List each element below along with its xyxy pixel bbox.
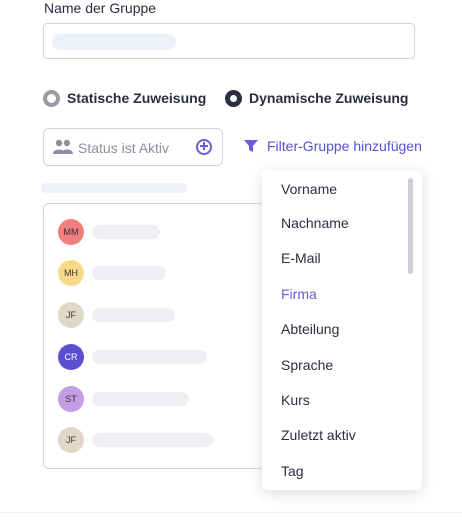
radio-dynamic-label: Dynamische Zuweisung [249, 90, 409, 106]
avatar: JF [58, 427, 84, 453]
input-placeholder-bar [52, 34, 176, 50]
avatar: JF [58, 302, 84, 328]
filter-chip[interactable]: Status ist Aktiv [43, 128, 223, 166]
dropdown-item-nachname[interactable]: Nachname [281, 215, 349, 231]
dropdown-item-firma[interactable]: Firma [281, 286, 317, 302]
dropdown-item-kurs[interactable]: Kurs [281, 392, 310, 408]
filter-chip-text: Status ist Aktiv [78, 140, 170, 156]
add-filter-group-label: Filter-Gruppe hinzufügen [267, 138, 422, 154]
members-placeholder-bar [41, 183, 187, 193]
name-placeholder-bar [92, 308, 175, 322]
dropdown-item-abteilung[interactable]: Abteilung [281, 321, 339, 337]
list-item[interactable]: ST [58, 386, 189, 412]
name-placeholder-bar [92, 266, 166, 280]
list-item[interactable]: JF [58, 302, 175, 328]
group-name-label: Name der Gruppe [44, 0, 157, 16]
radio-unselected-icon[interactable] [43, 89, 60, 107]
name-placeholder-bar [92, 433, 213, 447]
avatar: MH [58, 260, 84, 286]
radio-selected-icon[interactable] [225, 89, 242, 107]
group-name-input[interactable] [43, 23, 415, 59]
filter-field-dropdown[interactable]: Vorname Nachname E-Mail Firma Abteilung … [262, 170, 422, 490]
name-placeholder-bar [92, 350, 207, 364]
list-item[interactable]: MH [58, 260, 166, 286]
dropdown-item-zuletzt-aktiv[interactable]: Zuletzt aktiv [281, 427, 356, 443]
avatar: ST [58, 386, 84, 412]
name-placeholder-bar [92, 225, 160, 239]
list-item[interactable]: JF [58, 427, 213, 453]
dropdown-item-tag[interactable]: Tag [281, 463, 304, 479]
filter-icon [244, 140, 258, 152]
dropdown-item-email[interactable]: E-Mail [281, 250, 321, 266]
group-icon [53, 139, 73, 154]
divider [0, 512, 462, 513]
avatar: CR [58, 344, 84, 370]
avatar: MM [58, 219, 84, 245]
scrollbar-thumb[interactable] [408, 178, 413, 274]
list-item[interactable]: MM [58, 219, 160, 245]
radio-static-assignment[interactable]: Statische Zuweisung [43, 89, 206, 107]
radio-dynamic-assignment[interactable]: Dynamische Zuweisung [225, 89, 408, 107]
name-placeholder-bar [92, 392, 189, 406]
dropdown-scrollbar[interactable] [408, 178, 413, 481]
dropdown-item-vorname[interactable]: Vorname [281, 181, 337, 197]
plus-circle-icon[interactable] [196, 139, 212, 155]
add-filter-group-button[interactable]: Filter-Gruppe hinzufügen [243, 138, 422, 154]
dropdown-item-sprache[interactable]: Sprache [281, 357, 333, 373]
radio-static-label: Statische Zuweisung [67, 90, 207, 106]
list-item[interactable]: CR [58, 344, 207, 370]
